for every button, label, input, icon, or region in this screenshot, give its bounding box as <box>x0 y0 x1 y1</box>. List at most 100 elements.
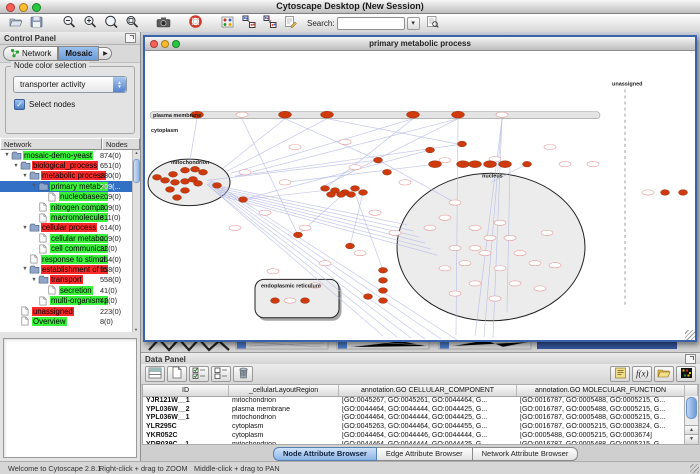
tab-network-attribute-browser[interactable]: Network Attribute Browser <box>473 447 579 461</box>
search-input[interactable] <box>337 17 405 30</box>
network-view-titlebar[interactable]: primary metabolic process <box>145 37 695 51</box>
tree-row[interactable]: macromolecule...311(0) <box>0 212 140 222</box>
snapshot-button[interactable] <box>153 15 174 31</box>
expander-icon[interactable]: ▼ <box>30 277 38 283</box>
tree-row[interactable]: nucleobase-...209(0) <box>0 192 140 202</box>
table-column-header[interactable]: ID <box>143 385 229 396</box>
fit-content-button[interactable] <box>121 15 142 31</box>
network-graph[interactable]: plasma membranecytoplasmmitochondrionnuc… <box>145 51 695 340</box>
expander-icon[interactable]: ▼ <box>21 225 29 231</box>
table-column-header[interactable]: _cellularLayoutRegion <box>229 385 339 396</box>
select-nodes-checkbox[interactable]: ✓ <box>14 99 25 110</box>
tree-row[interactable]: ▼biological_process651(0) <box>0 160 140 170</box>
annotation-button[interactable] <box>280 15 301 31</box>
unselect-attributes-button[interactable] <box>211 366 231 382</box>
tree-scrollbar-thumb[interactable] <box>133 159 140 183</box>
matrix-icon <box>680 367 693 382</box>
import-attributes-button[interactable] <box>654 366 674 382</box>
table-row[interactable]: YKR052Ccytoplasm[GO:0044464, GO:0044446,… <box>143 431 685 440</box>
table-scrollbar-thumb[interactable] <box>686 397 697 419</box>
float-panel-icon[interactable] <box>125 33 136 43</box>
search-options-button[interactable]: ▾ <box>407 17 420 30</box>
help-button[interactable] <box>185 15 206 31</box>
data-panel-toolbar: f(x) <box>141 364 700 385</box>
attribute-table-button[interactable] <box>145 366 165 382</box>
tree-row[interactable]: response to stimul...264(0) <box>0 254 140 264</box>
delete-attribute-button[interactable] <box>233 366 253 382</box>
tab-node-attribute-browser[interactable]: Node Attribute Browser <box>273 447 377 461</box>
view-resize-grip[interactable] <box>685 330 695 340</box>
expander-icon[interactable]: ▼ <box>12 163 20 169</box>
advanced-search-button[interactable] <box>422 15 443 31</box>
status-bar: Welcome to Cytoscape 2.8.1 Right-click +… <box>0 461 700 474</box>
tree-row[interactable]: ▼transport558(0) <box>0 275 140 285</box>
expander-icon[interactable]: ▼ <box>21 266 29 272</box>
tree-row[interactable]: nitrogen compo...209(0) <box>0 202 140 212</box>
open-session-button[interactable] <box>5 15 26 31</box>
zoom-window-button[interactable] <box>32 3 41 12</box>
network-window-controls <box>150 40 180 48</box>
tree-row[interactable]: cellular metabo...209(0) <box>0 233 140 243</box>
network-overlay-a-button[interactable] <box>238 15 259 31</box>
new-attribute-button[interactable] <box>167 366 187 382</box>
table-row[interactable]: YDR039C__1mitochondrion[GO:0044464, GO:0… <box>143 440 685 444</box>
select-attributes-button[interactable] <box>189 366 209 382</box>
tree-row[interactable]: ▼cellular process614(0) <box>0 223 140 233</box>
expander-icon[interactable]: ▼ <box>3 152 11 158</box>
label-button[interactable] <box>610 366 630 382</box>
table-column-header[interactable]: annotation.GO MOLECULAR_FUNCTION <box>517 385 685 396</box>
tree-row[interactable]: multi-organism pro...42(0) <box>0 295 140 305</box>
tree-header-network[interactable]: Network <box>0 138 102 150</box>
minimize-view-button[interactable] <box>161 40 169 48</box>
matrix-button[interactable] <box>676 366 696 382</box>
expander-icon[interactable]: ▼ <box>21 173 29 179</box>
table-row[interactable]: YLR295Ccytoplasm[GO:0045263, GO:0044464,… <box>143 422 685 431</box>
tree-header-nodes[interactable]: Nodes <box>102 138 140 150</box>
tree-row[interactable]: cell communicat...22(0) <box>0 244 140 254</box>
float-data-panel-icon[interactable] <box>685 354 696 364</box>
function-builder-button[interactable]: f(x) <box>632 366 652 382</box>
tree-row-count: 651(0) <box>100 161 132 170</box>
table-cell: YJR121W__1 <box>143 397 229 404</box>
control-panel: Control Panel Network Mosaic ▶ Node colo… <box>0 32 141 462</box>
tab-mosaic[interactable]: Mosaic <box>58 46 99 61</box>
tab-network[interactable]: Network <box>3 46 58 61</box>
table-row[interactable]: YPL036W__1mitochondrion[GO:0044464, GO:0… <box>143 414 685 423</box>
tree-scrollbar[interactable]: ▲▼ <box>132 150 140 332</box>
zoom-out-button[interactable] <box>58 15 79 31</box>
tab-scroll-right-button[interactable]: ▶ <box>99 47 112 60</box>
tree-row[interactable]: Overview8(0) <box>0 316 140 326</box>
birdseye-view[interactable] <box>3 338 137 458</box>
table-cell: [GO:0044464, GO:0044444, GO:0044425, G..… <box>339 441 517 444</box>
close-view-button[interactable] <box>150 40 158 48</box>
table-row[interactable]: YJR121W__1mitochondrion[GO:0045267, GO:0… <box>143 396 685 405</box>
tree-row[interactable]: ▼metabolic process280(0) <box>0 171 140 181</box>
tree-row[interactable]: ▼mosaic-demo-yeast874(0) <box>0 150 140 160</box>
tree-row[interactable]: unassigned223(0) <box>0 306 140 316</box>
scroll-down-button[interactable]: ▼ <box>685 434 698 444</box>
tree-row[interactable]: ▼primary metabo...209(... <box>0 181 140 191</box>
table-scrollbar[interactable]: ▲ ▼ <box>684 396 698 444</box>
tree-row[interactable]: ▼establishment of lo...558(0) <box>0 264 140 274</box>
network-canvas[interactable]: plasma membranecytoplasmmitochondrionnuc… <box>145 51 695 340</box>
tree-row[interactable]: secretion41(0) <box>0 285 140 295</box>
tree-row-count: 22(0) <box>100 244 132 253</box>
node-color-dropdown[interactable]: transporter activity ▲▼ <box>13 76 127 93</box>
network-overlay-b-button[interactable] <box>259 15 280 31</box>
minimize-window-button[interactable] <box>19 3 28 12</box>
table-row[interactable]: YPL036W__2plasma membrane[GO:0044464, GO… <box>143 405 685 414</box>
app-titlebar[interactable]: Cytoscape Desktop (New Session) <box>0 0 700 14</box>
folder-icon <box>38 182 50 191</box>
fit-selected-button[interactable] <box>100 15 121 31</box>
expander-icon[interactable]: ▼ <box>30 183 38 189</box>
zoom-view-button[interactable] <box>172 40 180 48</box>
zoom-in-button[interactable] <box>79 15 100 31</box>
app-resize-grip[interactable] <box>690 464 699 473</box>
table-cell: mitochondrion <box>229 441 339 444</box>
table-column-header[interactable]: annotation.GO CELLULAR_COMPONENT <box>339 385 517 396</box>
save-session-button[interactable] <box>26 15 47 31</box>
network-view-window[interactable]: primary metabolic process plasma membran… <box>143 35 697 342</box>
close-window-button[interactable] <box>6 3 15 12</box>
vizmapper-button[interactable] <box>217 15 238 31</box>
tab-edge-attribute-browser[interactable]: Edge Attribute Browser <box>377 447 473 461</box>
